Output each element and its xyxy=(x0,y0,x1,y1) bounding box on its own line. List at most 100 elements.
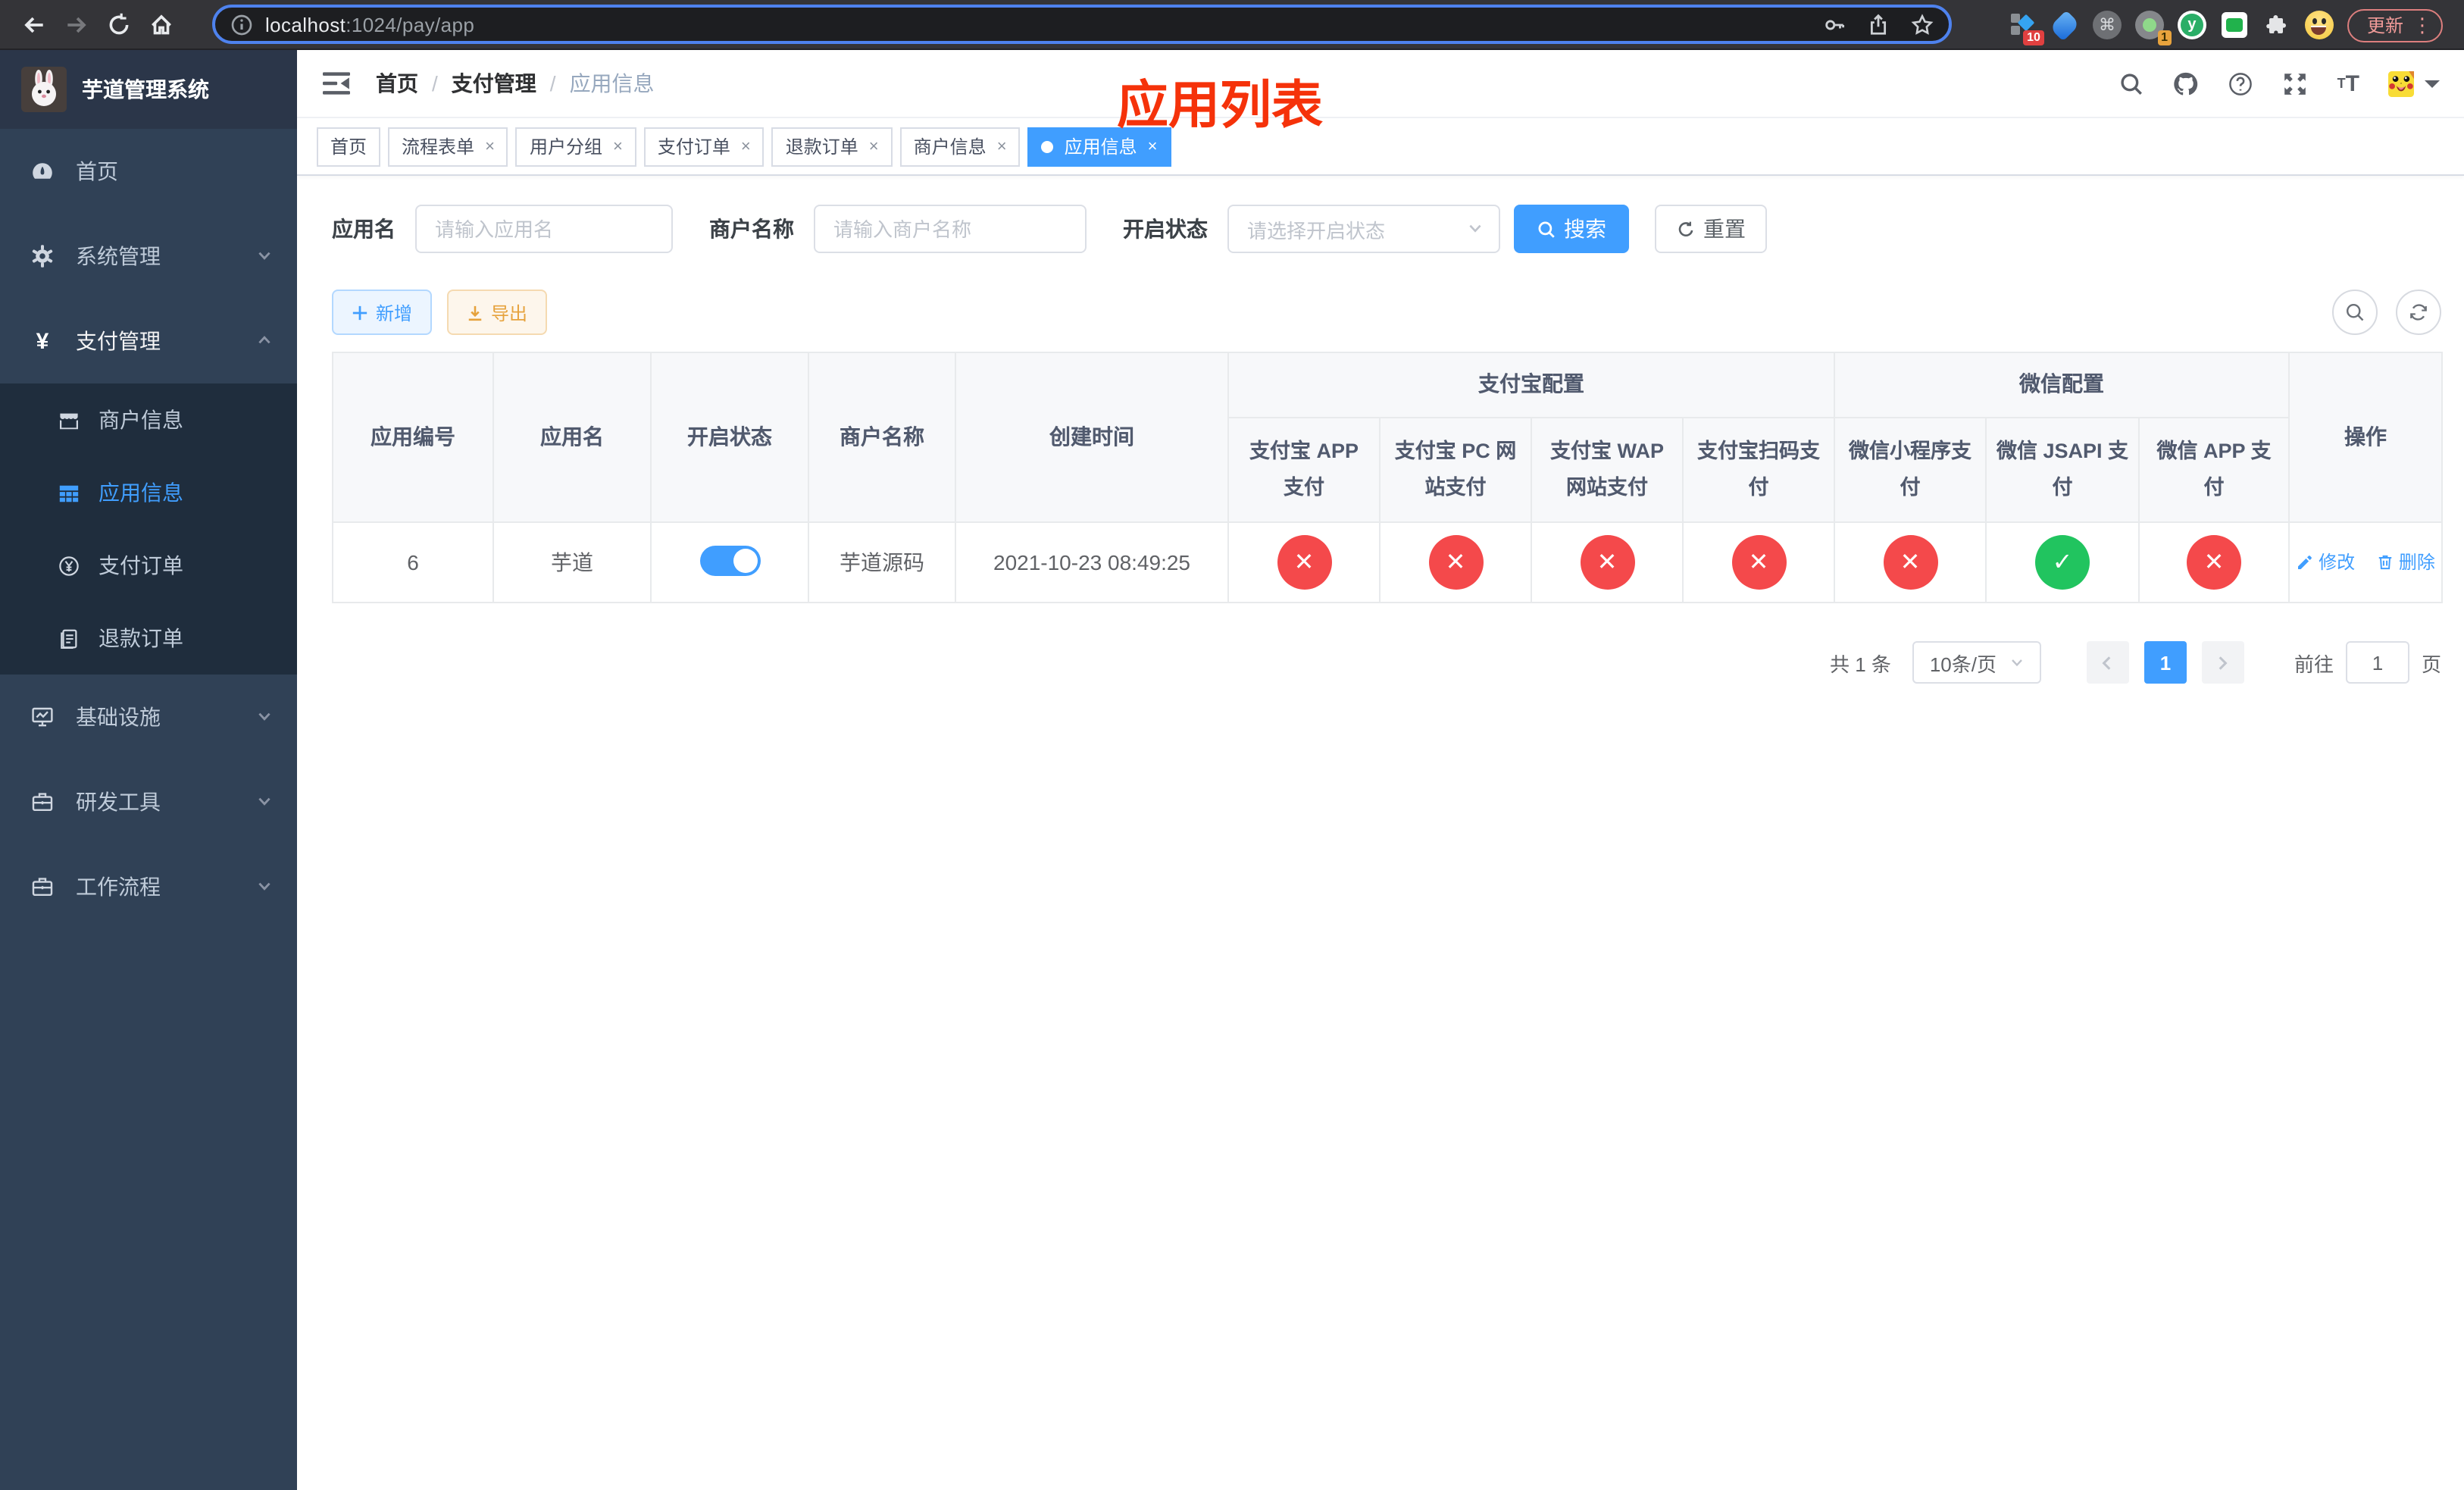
group-alipay-config: 支付宝配置 xyxy=(1227,352,1835,418)
sidebar-item-refund-orders[interactable]: 退款订单 xyxy=(0,602,297,675)
sidebar-item-label: 退款订单 xyxy=(98,626,183,650)
delete-button[interactable]: 删除 xyxy=(2376,549,2435,575)
refresh-icon xyxy=(1678,221,1693,236)
extension-dock-icon[interactable]: 10 xyxy=(2008,11,2044,45)
sidebar-collapse-button[interactable] xyxy=(321,68,352,99)
page-size-select[interactable]: 10条/页 xyxy=(1912,641,2041,684)
col-open-status: 开启状态 xyxy=(650,352,809,523)
extension-kite-icon[interactable] xyxy=(2049,9,2081,41)
col-merchant: 商户名称 xyxy=(808,352,956,523)
sidebar-item-app-info[interactable]: 应用信息 xyxy=(0,456,297,529)
tab-pay-orders[interactable]: 支付订单 × xyxy=(643,127,765,166)
browser-back-button[interactable] xyxy=(12,3,55,45)
sidebar-item-infra[interactable]: 基础设施 xyxy=(0,675,297,759)
app-name-label: 应用名 xyxy=(332,217,396,241)
github-icon[interactable] xyxy=(2174,70,2200,96)
browser-menu-kebab-icon[interactable]: ⋮ xyxy=(2412,13,2432,37)
sidebar-logo[interactable]: 芋道管理系统 xyxy=(0,50,297,129)
site-info-icon[interactable] xyxy=(230,13,253,36)
font-size-icon[interactable]: TT xyxy=(2337,72,2359,95)
header-search-icon[interactable] xyxy=(2119,70,2145,96)
gear-icon xyxy=(30,244,55,268)
password-key-icon[interactable] xyxy=(1823,13,1846,36)
browser-reload-button[interactable] xyxy=(97,3,139,45)
browser-update-button[interactable]: 更新 ⋮ xyxy=(2347,8,2443,42)
help-icon[interactable] xyxy=(2228,70,2254,96)
tab-user-group[interactable]: 用户分组 × xyxy=(515,127,636,166)
refresh-icon xyxy=(2410,304,2427,321)
edit-button[interactable]: 修改 xyxy=(2296,549,2355,575)
reload-icon xyxy=(108,12,128,34)
close-icon[interactable]: × xyxy=(613,137,623,155)
sidebar-item-dev-tools[interactable]: 研发工具 xyxy=(0,759,297,844)
tab-merchant-info[interactable]: 商户信息 × xyxy=(899,127,1021,166)
breadcrumb-payment[interactable]: 支付管理 xyxy=(452,68,536,99)
sidebar: 芋道管理系统 首页 系统管理 ¥ 支付管理 商户信息 应用信息 支付订单 退款订… xyxy=(0,50,297,1490)
bookmark-star-icon[interactable] xyxy=(1911,13,1934,36)
col-wx-mini: 微信小程序支付 xyxy=(1834,417,1987,523)
cell-actions: 修改 删除 xyxy=(2288,521,2443,603)
close-icon[interactable]: × xyxy=(1148,137,1158,155)
extension-yuque-icon[interactable]: y xyxy=(2177,11,2206,39)
prev-page-button[interactable] xyxy=(2086,641,2129,684)
col-alipay-pc: 支付宝 PC 网站支付 xyxy=(1379,417,1532,523)
toggle-search-button[interactable] xyxy=(2332,290,2378,335)
share-icon[interactable] xyxy=(1867,13,1890,36)
sidebar-item-home[interactable]: 首页 xyxy=(0,129,297,214)
url-path: :1024/pay/app xyxy=(346,13,475,36)
tab-process-form[interactable]: 流程表单 × xyxy=(388,127,508,166)
tab-home[interactable]: 首页 xyxy=(317,127,381,166)
status-badge-alipay-wap: ✕ xyxy=(1580,535,1634,590)
add-button[interactable]: 新增 xyxy=(332,290,433,335)
merchant-name-input[interactable] xyxy=(814,205,1087,253)
sidebar-item-system[interactable]: 系统管理 xyxy=(0,214,297,299)
browser-home-button[interactable] xyxy=(139,3,182,45)
sidebar-item-payment[interactable]: ¥ 支付管理 xyxy=(0,299,297,383)
search-button[interactable]: 搜索 xyxy=(1514,205,1629,253)
export-button[interactable]: 导出 xyxy=(447,290,548,335)
extensions-puzzle-icon[interactable] xyxy=(2262,11,2291,39)
refresh-table-button[interactable] xyxy=(2396,290,2441,335)
extension-recorder-icon[interactable]: 1 xyxy=(2134,11,2172,45)
current-page-button[interactable]: 1 xyxy=(2143,641,2187,684)
sidebar-item-label: 首页 xyxy=(76,159,118,183)
url-bar[interactable]: localhost:1024/pay/app xyxy=(212,5,1952,44)
active-dot xyxy=(1041,140,1054,152)
sidebar-item-pay-orders[interactable]: 支付订单 xyxy=(0,529,297,602)
tab-refund-orders[interactable]: 退款订单 × xyxy=(771,127,893,166)
app-table: 应用编号 应用名 开启状态 商户名称 创建时间 支付宝配置 微信配置 操作 支付… xyxy=(332,352,2443,603)
filter-form: 应用名 商户名称 开启状态 请选择开启状态 搜索 xyxy=(332,205,2441,253)
reset-button[interactable]: 重置 xyxy=(1655,205,1767,253)
user-menu[interactable] xyxy=(2388,70,2440,96)
status-toggle[interactable] xyxy=(699,545,760,575)
sidebar-item-workflow[interactable]: 工作流程 xyxy=(0,844,297,929)
goto-suffix: 页 xyxy=(2421,653,2441,675)
breadcrumb-current: 应用信息 xyxy=(569,71,655,95)
open-status-label: 开启状态 xyxy=(1123,217,1208,241)
next-page-button[interactable] xyxy=(2201,641,2244,684)
extension-chat-icon[interactable] xyxy=(2220,11,2249,39)
browser-forward-button[interactable] xyxy=(55,3,97,45)
close-icon[interactable]: × xyxy=(741,137,751,155)
status-badge-wx-app: ✕ xyxy=(2187,535,2241,590)
storefront-icon xyxy=(58,408,80,431)
sidebar-item-merchant-info[interactable]: 商户信息 xyxy=(0,383,297,456)
app-name-input[interactable] xyxy=(415,205,673,253)
profile-avatar[interactable] xyxy=(2304,11,2334,39)
chevron-down-icon xyxy=(256,244,273,268)
close-icon[interactable]: × xyxy=(997,137,1007,155)
tags-view-bar: 首页 流程表单 × 用户分组 × 支付订单 × 退款订单 × 商户信息 × 应用信息 × xyxy=(297,118,2464,176)
close-icon[interactable]: × xyxy=(485,137,495,155)
open-status-select[interactable]: 请选择开启状态 xyxy=(1227,205,1500,253)
extension-command-icon[interactable]: ⌘ xyxy=(2092,11,2122,39)
briefcase-icon xyxy=(30,790,55,814)
breadcrumb-home[interactable]: 首页 xyxy=(376,68,418,99)
home-icon xyxy=(151,14,170,34)
extension-badge-2: 1 xyxy=(2157,30,2172,45)
table-toolbar: 新增 导出 xyxy=(332,290,2441,335)
fullscreen-icon[interactable] xyxy=(2283,70,2309,96)
chevron-down-icon xyxy=(256,875,273,899)
goto-label: 前往 xyxy=(2294,653,2334,675)
close-icon[interactable]: × xyxy=(869,137,879,155)
goto-page-input[interactable] xyxy=(2345,641,2409,684)
